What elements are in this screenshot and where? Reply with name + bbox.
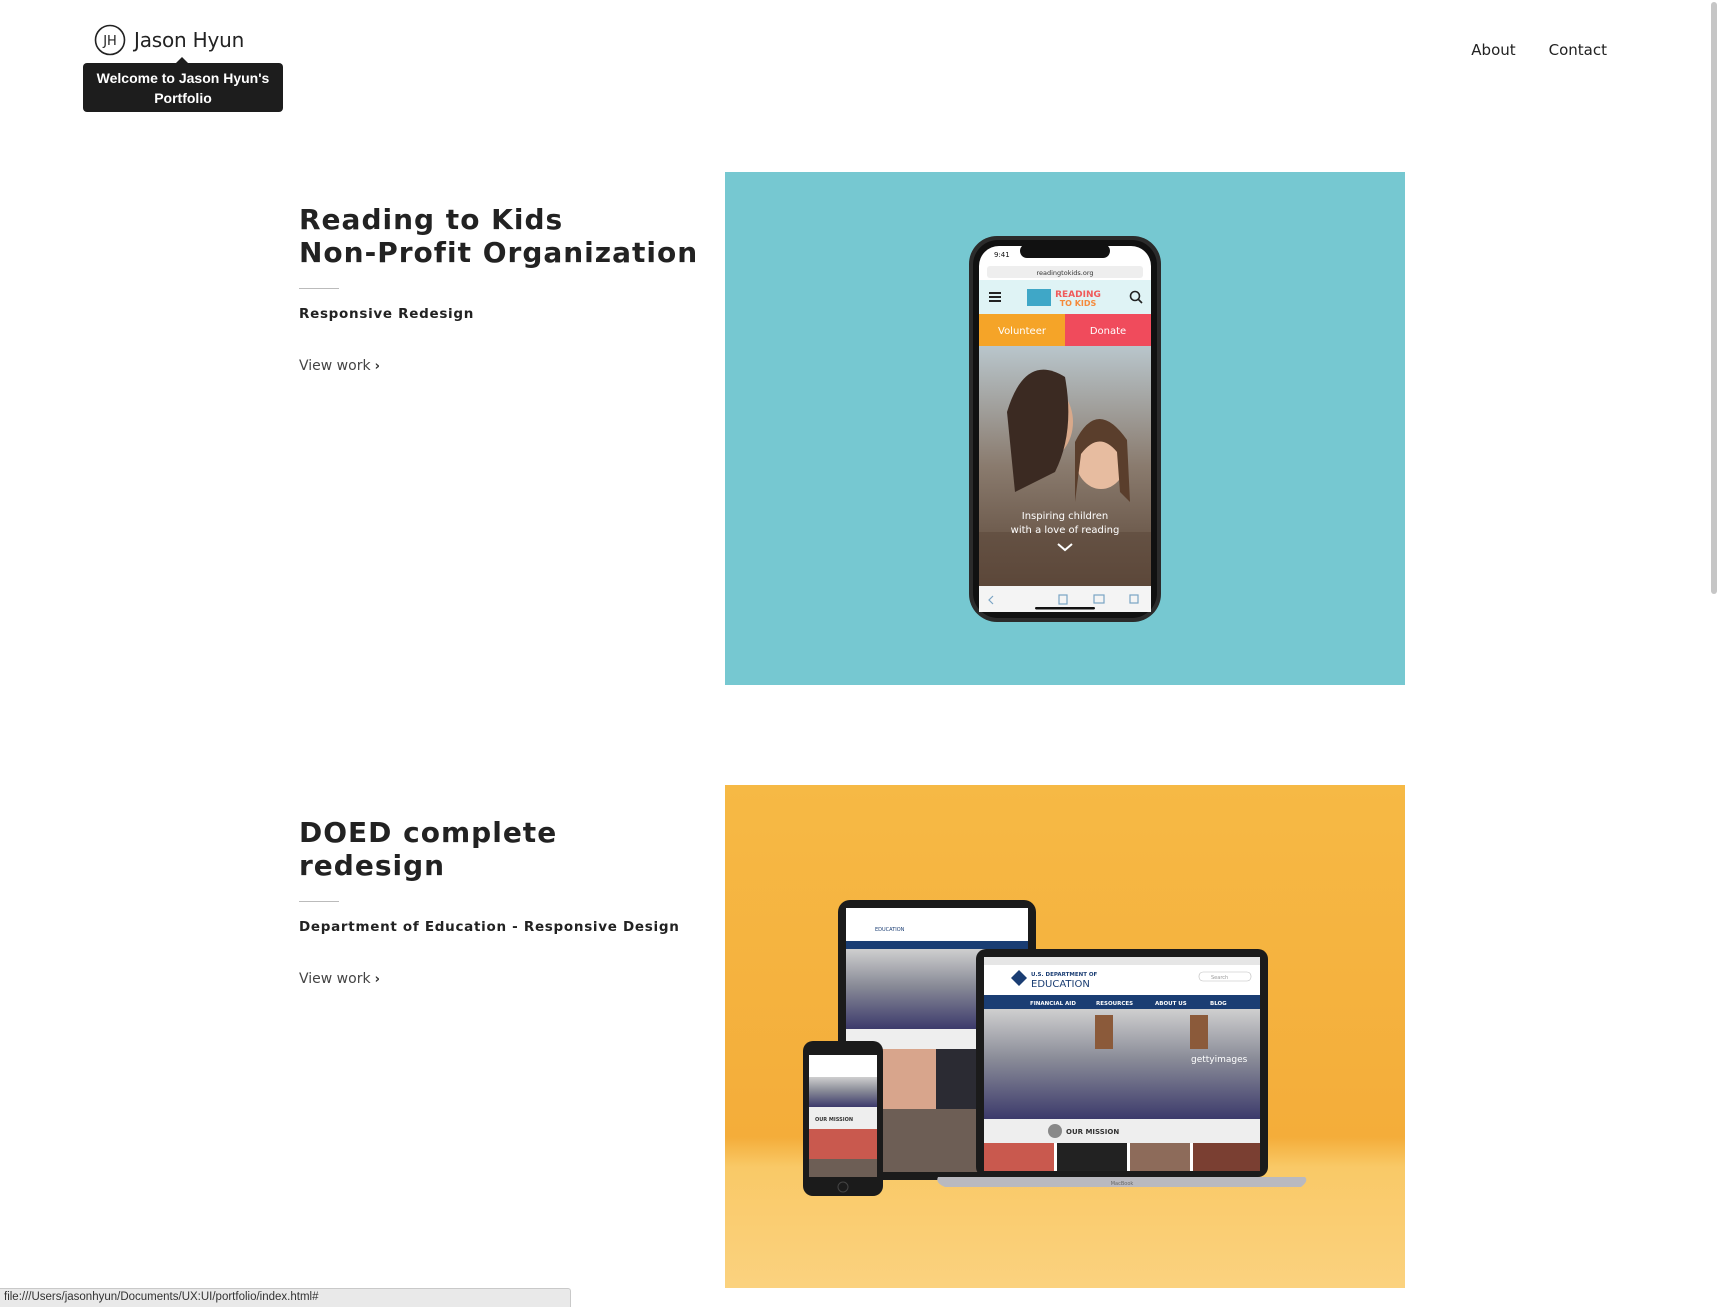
svg-text:with a love of reading: with a love of reading: [1011, 525, 1120, 536]
svg-text:BLOG: BLOG: [1210, 1001, 1227, 1007]
svg-text:TO KIDS: TO KIDS: [1060, 299, 1097, 308]
brand-name[interactable]: Jason Hyun: [134, 28, 244, 52]
svg-text:gettyimages: gettyimages: [1191, 1055, 1248, 1065]
browser-status-bar: file:///Users/jasonhyun/Documents/UX:UI/…: [0, 1288, 571, 1307]
divider: [299, 288, 339, 289]
svg-text:OUR MISSION: OUR MISSION: [1066, 1128, 1119, 1136]
svg-text:RESOURCES: RESOURCES: [1096, 1001, 1133, 1007]
doed-hero-image[interactable]: EDUCATION U.S. DEPARTMENT OF EDUCATION S…: [725, 785, 1405, 1288]
reading-to-kids-hero-image[interactable]: 9:41 readingtokids.org READING TO KIDS V…: [725, 172, 1405, 685]
view-work-label: View work: [299, 971, 371, 987]
scrollbar-thumb[interactable]: [1711, 2, 1717, 594]
svg-text:MacBook: MacBook: [1111, 1181, 1134, 1187]
nav-about[interactable]: About: [1471, 41, 1515, 59]
view-work-label: View work: [299, 358, 371, 374]
svg-text:Donate: Donate: [1090, 326, 1126, 337]
devices-mockup: EDUCATION U.S. DEPARTMENT OF EDUCATION S…: [803, 900, 1307, 1196]
svg-text:JH: JH: [102, 34, 117, 49]
main-nav: About Contact: [1471, 41, 1607, 59]
svg-text:EDUCATION: EDUCATION: [875, 927, 905, 933]
project-reading-to-kids: Reading to Kids Non-Profit Organization …: [299, 203, 719, 375]
nav-contact[interactable]: Contact: [1549, 41, 1607, 59]
project-title: Reading to Kids Non-Profit Organization: [299, 203, 699, 269]
view-work-link[interactable]: View work ›: [299, 358, 380, 374]
chevron-right-icon: ›: [374, 358, 380, 374]
svg-text:Search: Search: [1211, 975, 1228, 981]
svg-text:ABOUT US: ABOUT US: [1155, 1001, 1187, 1007]
svg-text:9:41: 9:41: [994, 251, 1010, 259]
svg-text:Volunteer: Volunteer: [998, 326, 1047, 337]
phone-mockup: 9:41 readingtokids.org READING TO KIDS V…: [969, 236, 1161, 622]
svg-text:U.S. DEPARTMENT OF: U.S. DEPARTMENT OF: [1031, 972, 1098, 978]
project-subtitle: Department of Education - Responsive Des…: [299, 919, 680, 935]
jh-logo-icon[interactable]: JH: [94, 24, 126, 56]
welcome-tooltip: Welcome to Jason Hyun's Portfolio: [83, 57, 283, 112]
svg-text:EDUCATION: EDUCATION: [1031, 979, 1090, 990]
svg-text:readingtokids.org: readingtokids.org: [1036, 269, 1093, 277]
svg-text:OUR MISSION: OUR MISSION: [815, 1117, 853, 1123]
divider: [299, 901, 339, 902]
chevron-right-icon: ›: [374, 971, 380, 987]
project-title: DOED complete redesign: [299, 816, 558, 882]
svg-text:FINANCIAL AID: FINANCIAL AID: [1030, 1001, 1076, 1007]
project-subtitle: Responsive Redesign: [299, 306, 475, 322]
project-doed: DOED complete redesign Department of Edu…: [299, 816, 719, 988]
view-work-link[interactable]: View work ›: [299, 971, 380, 987]
svg-text:Inspiring children: Inspiring children: [1022, 511, 1109, 522]
brand[interactable]: JH Jason Hyun: [94, 24, 244, 56]
page-scrollbar[interactable]: [1709, 0, 1719, 1307]
